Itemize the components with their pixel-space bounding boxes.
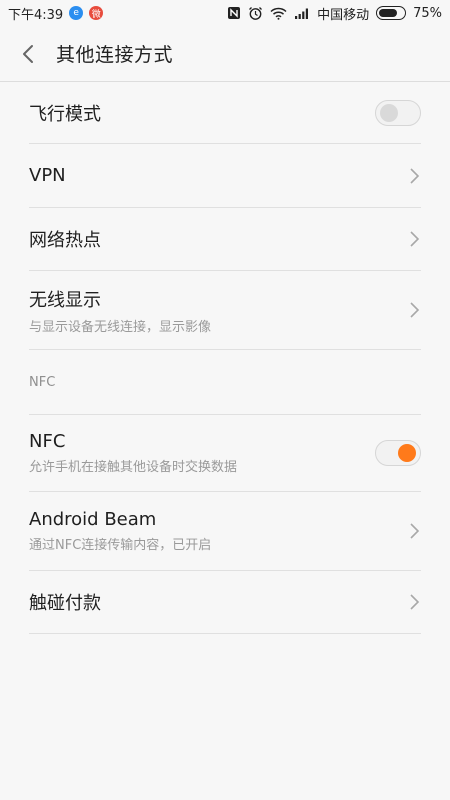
vpn-row[interactable]: VPN (29, 144, 421, 208)
vpn-label: VPN (29, 165, 66, 186)
hotspot-label: 网络热点 (29, 230, 101, 251)
airplane-mode-row[interactable]: 飞行模式 (29, 82, 421, 144)
alarm-icon (249, 6, 263, 20)
nfc-icon (228, 7, 241, 19)
chevron-right-icon (410, 302, 420, 318)
nfc-settings-list: NFC 允许手机在接触其他设备时交换数据 Android Beam 通过NFC连… (0, 414, 450, 634)
nfc-section-header: NFC (29, 374, 56, 390)
android-beam-description: 通过NFC连接传输内容，已开启 (29, 538, 212, 553)
wifi-icon (270, 7, 287, 20)
tap-to-pay-row[interactable]: 触碰付款 (29, 571, 421, 634)
airplane-mode-toggle[interactable] (375, 99, 421, 126)
wireless-display-row[interactable]: 无线显示 与显示设备无线连接，显示影像 (29, 271, 421, 350)
wireless-display-description: 与显示设备无线连接，显示影像 (29, 319, 212, 335)
signal-icon (295, 8, 309, 19)
tap-to-pay-label: 触碰付款 (29, 593, 101, 614)
nfc-toggle[interactable] (375, 440, 421, 466)
title-bar: 其他连接方式 (0, 26, 450, 82)
android-beam-label: Android Beam (29, 509, 157, 530)
wireless-display-label: 无线显示 (29, 289, 101, 311)
nfc-description: 允许手机在接触其他设备时交换数据 (29, 460, 238, 475)
chevron-right-icon (410, 167, 420, 184)
chevron-right-icon (410, 523, 420, 539)
android-beam-row[interactable]: Android Beam 通过NFC连接传输内容，已开启 (29, 492, 421, 571)
page-title: 其他连接方式 (56, 44, 174, 66)
airplane-mode-label: 飞行模式 (29, 103, 101, 125)
back-arrow-icon[interactable] (18, 43, 40, 65)
status-bar: 下午4:39 e 微 中国移动 75% (0, 0, 450, 26)
battery-level (379, 9, 398, 17)
chevron-right-icon (410, 231, 420, 247)
status-time: 下午4:39 (8, 7, 64, 23)
hotspot-row[interactable]: 网络热点 (29, 208, 421, 271)
weibo-app-icon: 微 (89, 6, 104, 20)
nfc-label: NFC (29, 431, 66, 452)
toggle-knob (398, 444, 416, 462)
battery-icon (376, 6, 407, 20)
browser-app-icon: e (69, 6, 84, 20)
carrier-name: 中国移动 (317, 7, 370, 23)
settings-list: 飞行模式 VPN 网络热点 无线显示 与显示设备无线连接，显示影像 (0, 82, 450, 350)
toggle-knob (380, 103, 398, 122)
battery-percent: 75% (413, 5, 442, 21)
chevron-right-icon (410, 594, 420, 610)
nfc-row[interactable]: NFC 允许手机在接触其他设备时交换数据 (29, 414, 421, 492)
